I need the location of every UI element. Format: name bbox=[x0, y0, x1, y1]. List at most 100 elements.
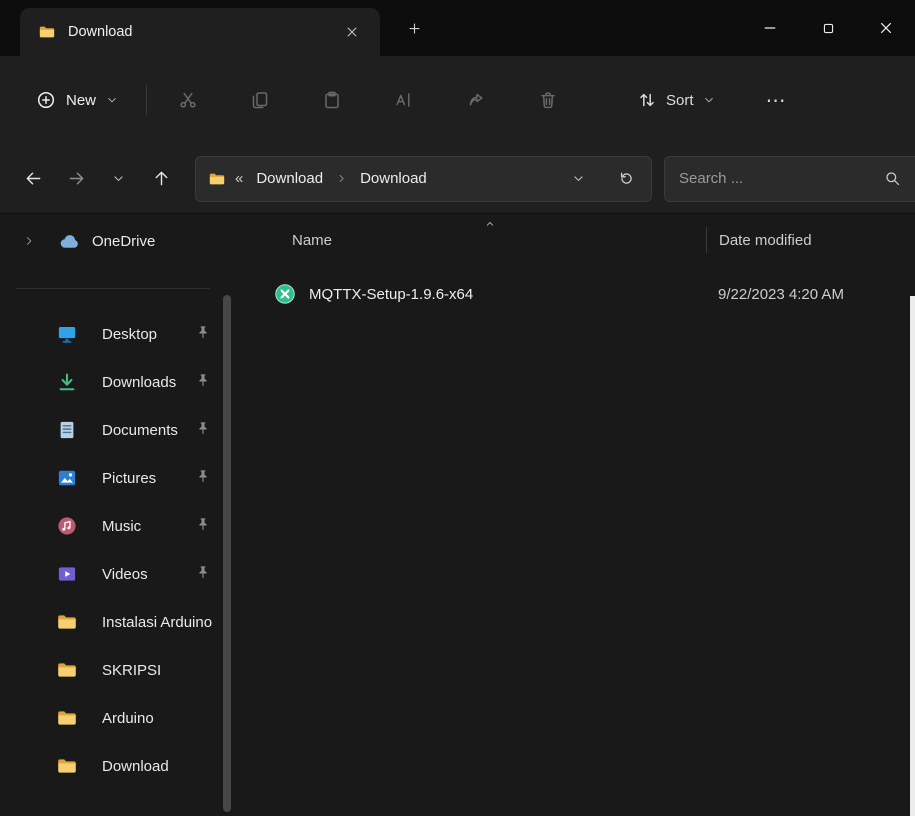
file-date-modified: 9/22/2023 4:20 AM bbox=[706, 286, 915, 303]
sidebar-item-label: Downloads bbox=[102, 374, 176, 391]
share-icon bbox=[466, 90, 486, 110]
chevron-down-icon bbox=[106, 94, 118, 106]
paste-icon bbox=[322, 90, 342, 110]
sidebar-item-onedrive[interactable]: OneDrive bbox=[0, 217, 222, 265]
share-button[interactable] bbox=[453, 77, 499, 123]
expand-chevron-icon[interactable] bbox=[22, 235, 36, 247]
sidebar-item-desktop[interactable]: Desktop bbox=[0, 310, 222, 358]
pin-icon bbox=[194, 516, 212, 534]
sidebar-item-label: OneDrive bbox=[92, 233, 155, 250]
sidebar-item-pictures[interactable]: Pictures bbox=[0, 454, 222, 502]
pictures-icon bbox=[56, 467, 78, 489]
desktop-icon bbox=[56, 323, 78, 345]
file-row[interactable]: MQTTX-Setup-1.9.6-x64 9/22/2023 4:20 AM bbox=[232, 271, 915, 317]
breadcrumb-segment[interactable]: Download bbox=[356, 167, 431, 190]
sidebar-item-label: Music bbox=[102, 518, 141, 535]
sidebar-item-label: Instalasi Arduino bbox=[102, 614, 212, 631]
sidebar-separator bbox=[16, 288, 210, 289]
scrollbar-thumb[interactable] bbox=[223, 295, 231, 812]
rename-icon bbox=[394, 90, 414, 110]
ellipsis-icon: ⋯ bbox=[766, 88, 788, 113]
navigation-bar: « Download Download bbox=[0, 144, 915, 214]
back-button[interactable] bbox=[14, 157, 53, 201]
sidebar-item-label: Download bbox=[102, 758, 169, 775]
sidebar-item-label: Videos bbox=[102, 566, 148, 583]
minimize-button[interactable] bbox=[741, 0, 799, 56]
delete-button[interactable] bbox=[525, 77, 571, 123]
sidebar-item-label: SKRIPSI bbox=[102, 662, 161, 679]
close-button[interactable] bbox=[857, 0, 915, 56]
search-box[interactable] bbox=[664, 156, 915, 202]
folder-icon bbox=[56, 707, 78, 729]
up-button[interactable] bbox=[142, 157, 181, 201]
maximize-button[interactable] bbox=[799, 0, 857, 56]
tab-close-icon[interactable] bbox=[338, 18, 366, 46]
sidebar-item-label: Pictures bbox=[102, 470, 156, 487]
onedrive-cloud-icon bbox=[56, 229, 80, 253]
address-bar[interactable]: « Download Download bbox=[195, 156, 652, 202]
sidebar-item-videos[interactable]: Videos bbox=[0, 550, 222, 598]
search-icon[interactable] bbox=[884, 170, 901, 187]
cut-icon bbox=[178, 90, 198, 110]
mqttx-icon bbox=[274, 283, 296, 305]
toolbar-divider bbox=[146, 85, 147, 115]
sidebar-item-download[interactable]: Download bbox=[0, 742, 222, 790]
sidebar-item-instalasi-arduino[interactable]: Instalasi Arduino bbox=[0, 598, 222, 646]
sidebar-scrollbar[interactable] bbox=[222, 215, 232, 816]
tab-bar: Download bbox=[0, 0, 915, 56]
sort-ascending-caret-icon bbox=[484, 218, 496, 230]
sort-button[interactable]: Sort bbox=[627, 82, 725, 118]
up-arrow-icon bbox=[152, 169, 171, 188]
tab-title: Download bbox=[68, 24, 338, 40]
sidebar-item-label: Documents bbox=[102, 422, 178, 439]
sidebar-item-skripsi[interactable]: SKRIPSI bbox=[0, 646, 222, 694]
downloads-icon bbox=[56, 371, 78, 393]
recent-locations-button[interactable] bbox=[100, 157, 139, 201]
breadcrumb-overflow[interactable]: « bbox=[235, 170, 243, 187]
sidebar-item-arduino[interactable]: Arduino bbox=[0, 694, 222, 742]
back-arrow-icon bbox=[24, 169, 43, 188]
tab-download[interactable]: Download bbox=[20, 8, 380, 56]
window-controls bbox=[741, 0, 915, 56]
search-input[interactable] bbox=[679, 170, 878, 187]
forward-arrow-icon bbox=[67, 169, 86, 188]
sidebar-item-downloads[interactable]: Downloads bbox=[0, 358, 222, 406]
column-header-name[interactable]: Name bbox=[232, 232, 706, 249]
sidebar-item-music[interactable]: Music bbox=[0, 502, 222, 550]
file-name-cell: MQTTX-Setup-1.9.6-x64 bbox=[232, 283, 706, 305]
sidebar-item-documents[interactable]: Documents bbox=[0, 406, 222, 454]
folder-icon bbox=[56, 755, 78, 777]
breadcrumb-separator-icon bbox=[336, 173, 347, 184]
address-dropdown-chevron-icon[interactable] bbox=[568, 168, 589, 189]
pin-icon bbox=[194, 372, 212, 390]
chevron-down-icon bbox=[703, 94, 715, 106]
new-plus-icon bbox=[36, 90, 56, 110]
column-header-date-modified[interactable]: Date modified bbox=[706, 227, 915, 253]
new-tab-button[interactable] bbox=[394, 8, 434, 48]
pin-icon bbox=[194, 420, 212, 438]
sidebar-item-label: Desktop bbox=[102, 326, 157, 343]
folder-icon bbox=[38, 23, 56, 41]
paste-button[interactable] bbox=[309, 77, 355, 123]
rename-button[interactable] bbox=[381, 77, 427, 123]
explorer-body: OneDrive Desktop Downloads bbox=[0, 215, 915, 816]
forward-button[interactable] bbox=[57, 157, 96, 201]
cut-button[interactable] bbox=[165, 77, 211, 123]
navigation-pane: OneDrive Desktop Downloads bbox=[0, 215, 222, 816]
copy-button[interactable] bbox=[237, 77, 283, 123]
documents-icon bbox=[56, 419, 78, 441]
folder-icon bbox=[56, 611, 78, 633]
pin-icon bbox=[194, 468, 212, 486]
file-list-pane: Name Date modified MQTTX-Setup-1.9.6-x64… bbox=[232, 215, 915, 816]
sort-icon bbox=[637, 90, 657, 110]
pin-icon bbox=[194, 564, 212, 582]
more-options-button[interactable]: ⋯ bbox=[755, 78, 799, 122]
sort-button-label: Sort bbox=[666, 92, 694, 109]
file-explorer-window: Download New bbox=[0, 0, 915, 816]
folder-icon bbox=[56, 659, 78, 681]
breadcrumb-segment[interactable]: Download bbox=[252, 167, 327, 190]
background-window-edge bbox=[910, 296, 915, 816]
new-button-label: New bbox=[66, 92, 96, 109]
refresh-icon[interactable] bbox=[612, 166, 641, 191]
new-button[interactable]: New bbox=[26, 82, 128, 118]
